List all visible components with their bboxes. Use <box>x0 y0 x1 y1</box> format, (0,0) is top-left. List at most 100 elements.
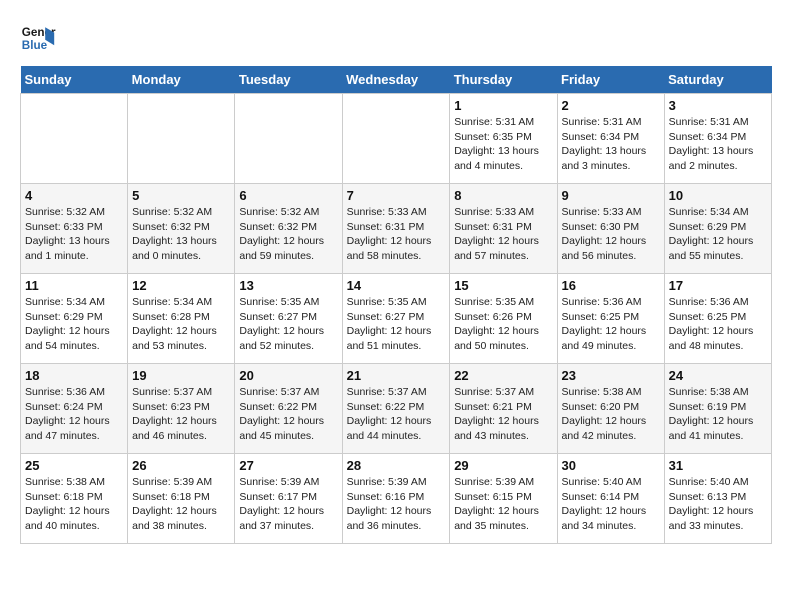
day-info: Sunrise: 5:40 AM Sunset: 6:13 PM Dayligh… <box>669 475 767 534</box>
calendar-day-cell: 28 Sunrise: 5:39 AM Sunset: 6:16 PM Dayli… <box>342 454 450 544</box>
calendar-day-cell: 18 Sunrise: 5:36 AM Sunset: 6:24 PM Dayli… <box>21 364 128 454</box>
calendar-day-cell: 26 Sunrise: 5:39 AM Sunset: 6:18 PM Dayli… <box>128 454 235 544</box>
calendar-day-cell: 15 Sunrise: 5:35 AM Sunset: 6:26 PM Dayli… <box>450 274 557 364</box>
calendar-day-cell: 22 Sunrise: 5:37 AM Sunset: 6:21 PM Dayli… <box>450 364 557 454</box>
day-info: Sunrise: 5:37 AM Sunset: 6:22 PM Dayligh… <box>347 385 446 444</box>
day-info: Sunrise: 5:36 AM Sunset: 6:25 PM Dayligh… <box>669 295 767 354</box>
day-info: Sunrise: 5:33 AM Sunset: 6:30 PM Dayligh… <box>562 205 660 264</box>
day-info: Sunrise: 5:39 AM Sunset: 6:15 PM Dayligh… <box>454 475 552 534</box>
calendar-day-cell: 6Sunrise: 5:32 AM Sunset: 6:32 PM Daylig… <box>235 184 342 274</box>
day-info: Sunrise: 5:35 AM Sunset: 6:27 PM Dayligh… <box>347 295 446 354</box>
day-info: Sunrise: 5:33 AM Sunset: 6:31 PM Dayligh… <box>347 205 446 264</box>
day-info: Sunrise: 5:40 AM Sunset: 6:14 PM Dayligh… <box>562 475 660 534</box>
calendar-day-cell: 17 Sunrise: 5:36 AM Sunset: 6:25 PM Dayli… <box>664 274 771 364</box>
calendar-day-cell: 1 Sunrise: 5:31 AM Sunset: 6:35 PM Daylig… <box>450 94 557 184</box>
day-number: 22 <box>454 368 552 383</box>
day-of-week-header: Tuesday <box>235 66 342 94</box>
day-number: 18 <box>25 368 123 383</box>
day-info: Sunrise: 5:35 AM Sunset: 6:27 PM Dayligh… <box>239 295 337 354</box>
day-number: 19 <box>132 368 230 383</box>
day-info: Sunrise: 5:36 AM Sunset: 6:24 PM Dayligh… <box>25 385 123 444</box>
day-number: 24 <box>669 368 767 383</box>
day-number: 14 <box>347 278 446 293</box>
day-of-week-header: Monday <box>128 66 235 94</box>
day-number: 31 <box>669 458 767 473</box>
day-of-week-header: Wednesday <box>342 66 450 94</box>
day-number: 28 <box>347 458 446 473</box>
calendar-week-row: 25 Sunrise: 5:38 AM Sunset: 6:18 PM Dayli… <box>21 454 772 544</box>
calendar-day-cell: 20 Sunrise: 5:37 AM Sunset: 6:22 PM Dayli… <box>235 364 342 454</box>
day-info: Sunrise: 5:37 AM Sunset: 6:21 PM Dayligh… <box>454 385 552 444</box>
day-of-week-header: Thursday <box>450 66 557 94</box>
day-of-week-header: Sunday <box>21 66 128 94</box>
page-header: General Blue <box>20 20 772 56</box>
day-number: 17 <box>669 278 767 293</box>
calendar-day-cell: 19 Sunrise: 5:37 AM Sunset: 6:23 PM Dayli… <box>128 364 235 454</box>
day-number: 10 <box>669 188 767 203</box>
day-number: 26 <box>132 458 230 473</box>
calendar-day-cell <box>235 94 342 184</box>
day-info: Sunrise: 5:39 AM Sunset: 6:18 PM Dayligh… <box>132 475 230 534</box>
day-number: 27 <box>239 458 337 473</box>
day-number: 2 <box>562 98 660 113</box>
day-info: Sunrise: 5:34 AM Sunset: 6:28 PM Dayligh… <box>132 295 230 354</box>
day-info: Sunrise: 5:36 AM Sunset: 6:25 PM Dayligh… <box>562 295 660 354</box>
day-number: 21 <box>347 368 446 383</box>
day-number: 12 <box>132 278 230 293</box>
day-number: 29 <box>454 458 552 473</box>
day-info: Sunrise: 5:32 AM Sunset: 6:33 PM Dayligh… <box>25 205 123 264</box>
day-number: 15 <box>454 278 552 293</box>
day-number: 5 <box>132 188 230 203</box>
calendar-day-cell: 14 Sunrise: 5:35 AM Sunset: 6:27 PM Dayli… <box>342 274 450 364</box>
day-number: 7 <box>347 188 446 203</box>
day-number: 3 <box>669 98 767 113</box>
day-number: 8 <box>454 188 552 203</box>
day-info: Sunrise: 5:37 AM Sunset: 6:22 PM Dayligh… <box>239 385 337 444</box>
days-header-row: SundayMondayTuesdayWednesdayThursdayFrid… <box>21 66 772 94</box>
day-info: Sunrise: 5:32 AM Sunset: 6:32 PM Dayligh… <box>239 205 337 264</box>
day-of-week-header: Saturday <box>664 66 771 94</box>
calendar-week-row: 1 Sunrise: 5:31 AM Sunset: 6:35 PM Daylig… <box>21 94 772 184</box>
calendar-week-row: 4 Sunrise: 5:32 AM Sunset: 6:33 PM Daylig… <box>21 184 772 274</box>
day-info: Sunrise: 5:38 AM Sunset: 6:20 PM Dayligh… <box>562 385 660 444</box>
day-info: Sunrise: 5:34 AM Sunset: 6:29 PM Dayligh… <box>669 205 767 264</box>
calendar-day-cell <box>128 94 235 184</box>
day-info: Sunrise: 5:34 AM Sunset: 6:29 PM Dayligh… <box>25 295 123 354</box>
calendar-day-cell: 27Sunrise: 5:39 AM Sunset: 6:17 PM Dayli… <box>235 454 342 544</box>
day-info: Sunrise: 5:37 AM Sunset: 6:23 PM Dayligh… <box>132 385 230 444</box>
day-number: 11 <box>25 278 123 293</box>
day-number: 1 <box>454 98 552 113</box>
calendar-day-cell: 21 Sunrise: 5:37 AM Sunset: 6:22 PM Dayli… <box>342 364 450 454</box>
day-number: 20 <box>239 368 337 383</box>
calendar-day-cell: 7 Sunrise: 5:33 AM Sunset: 6:31 PM Daylig… <box>342 184 450 274</box>
day-info: Sunrise: 5:39 AM Sunset: 6:16 PM Dayligh… <box>347 475 446 534</box>
calendar-day-cell: 8Sunrise: 5:33 AM Sunset: 6:31 PM Daylig… <box>450 184 557 274</box>
day-info: Sunrise: 5:32 AM Sunset: 6:32 PM Dayligh… <box>132 205 230 264</box>
svg-text:Blue: Blue <box>22 39 48 52</box>
logo-icon: General Blue <box>20 20 56 56</box>
calendar-day-cell: 16 Sunrise: 5:36 AM Sunset: 6:25 PM Dayli… <box>557 274 664 364</box>
calendar-week-row: 11 Sunrise: 5:34 AM Sunset: 6:29 PM Dayli… <box>21 274 772 364</box>
calendar-day-cell: 24Sunrise: 5:38 AM Sunset: 6:19 PM Dayli… <box>664 364 771 454</box>
day-info: Sunrise: 5:38 AM Sunset: 6:18 PM Dayligh… <box>25 475 123 534</box>
calendar-day-cell: 10 Sunrise: 5:34 AM Sunset: 6:29 PM Dayli… <box>664 184 771 274</box>
day-of-week-header: Friday <box>557 66 664 94</box>
day-number: 9 <box>562 188 660 203</box>
calendar-day-cell: 30Sunrise: 5:40 AM Sunset: 6:14 PM Dayli… <box>557 454 664 544</box>
day-number: 16 <box>562 278 660 293</box>
day-info: Sunrise: 5:31 AM Sunset: 6:34 PM Dayligh… <box>562 115 660 174</box>
calendar-day-cell: 25 Sunrise: 5:38 AM Sunset: 6:18 PM Dayli… <box>21 454 128 544</box>
calendar-week-row: 18 Sunrise: 5:36 AM Sunset: 6:24 PM Dayli… <box>21 364 772 454</box>
calendar-day-cell: 12 Sunrise: 5:34 AM Sunset: 6:28 PM Dayli… <box>128 274 235 364</box>
calendar-table: SundayMondayTuesdayWednesdayThursdayFrid… <box>20 66 772 544</box>
day-number: 25 <box>25 458 123 473</box>
calendar-day-cell: 29 Sunrise: 5:39 AM Sunset: 6:15 PM Dayli… <box>450 454 557 544</box>
calendar-day-cell: 4 Sunrise: 5:32 AM Sunset: 6:33 PM Daylig… <box>21 184 128 274</box>
calendar-day-cell: 13Sunrise: 5:35 AM Sunset: 6:27 PM Dayli… <box>235 274 342 364</box>
calendar-day-cell: 5 Sunrise: 5:32 AM Sunset: 6:32 PM Daylig… <box>128 184 235 274</box>
day-info: Sunrise: 5:35 AM Sunset: 6:26 PM Dayligh… <box>454 295 552 354</box>
calendar-day-cell: 31 Sunrise: 5:40 AM Sunset: 6:13 PM Dayli… <box>664 454 771 544</box>
day-info: Sunrise: 5:31 AM Sunset: 6:35 PM Dayligh… <box>454 115 552 174</box>
calendar-day-cell <box>342 94 450 184</box>
day-number: 4 <box>25 188 123 203</box>
